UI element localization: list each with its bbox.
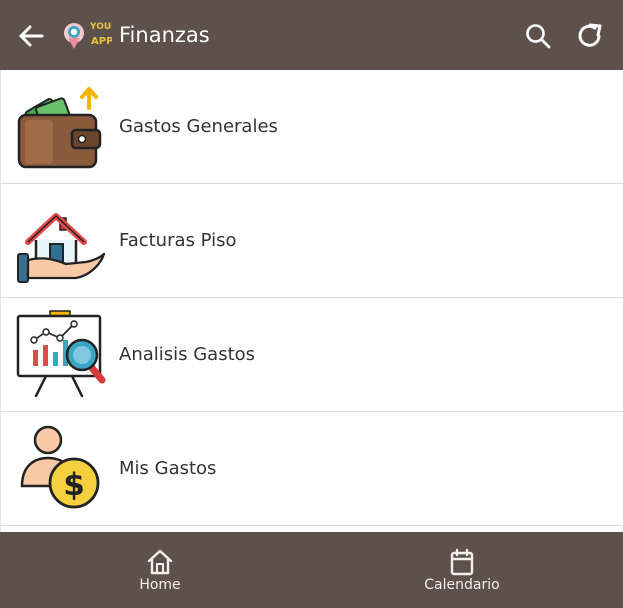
page-title: Finanzas [119,23,210,47]
calendar-icon [450,548,474,576]
back-arrow-icon[interactable] [16,21,46,51]
chart-magnifier-icon [16,310,106,398]
list-item-label: Facturas Piso [119,230,237,251]
menu-list: Gastos Generales Facturas Piso Analisis … [0,70,623,532]
tab-calendario[interactable]: Calendario [382,532,542,608]
app-bar: YOUR APP Finanzas [0,0,623,70]
svg-text:APP: APP [91,36,112,47]
list-item-label: Analisis Gastos [119,344,256,365]
list-item-gastos-generales[interactable]: Gastos Generales [1,70,623,184]
list-item-mis-gastos[interactable]: $ Mis Gastos [1,412,623,526]
svg-text:YOUR: YOUR [89,22,112,32]
home-icon [147,549,173,575]
wallet-icon [17,87,102,169]
tab-home[interactable]: Home [80,532,240,608]
list-item-facturas-piso[interactable]: Facturas Piso [1,184,623,298]
person-dollar-icon: $ [20,425,100,509]
refresh-icon[interactable] [575,21,605,51]
tab-label-home: Home [139,577,181,593]
svg-text:$: $ [63,467,85,503]
list-item-label: Mis Gastos [119,458,217,479]
house-hand-icon [17,213,106,283]
app-logo: YOUR APP [64,22,112,49]
tab-label-calendario: Calendario [424,577,500,593]
bottom-navigation: Home Calendario [0,532,623,608]
list-item-analisis-gastos[interactable]: Analisis Gastos [1,298,623,412]
search-icon[interactable] [524,22,552,50]
list-item-label: Gastos Generales [119,116,278,137]
